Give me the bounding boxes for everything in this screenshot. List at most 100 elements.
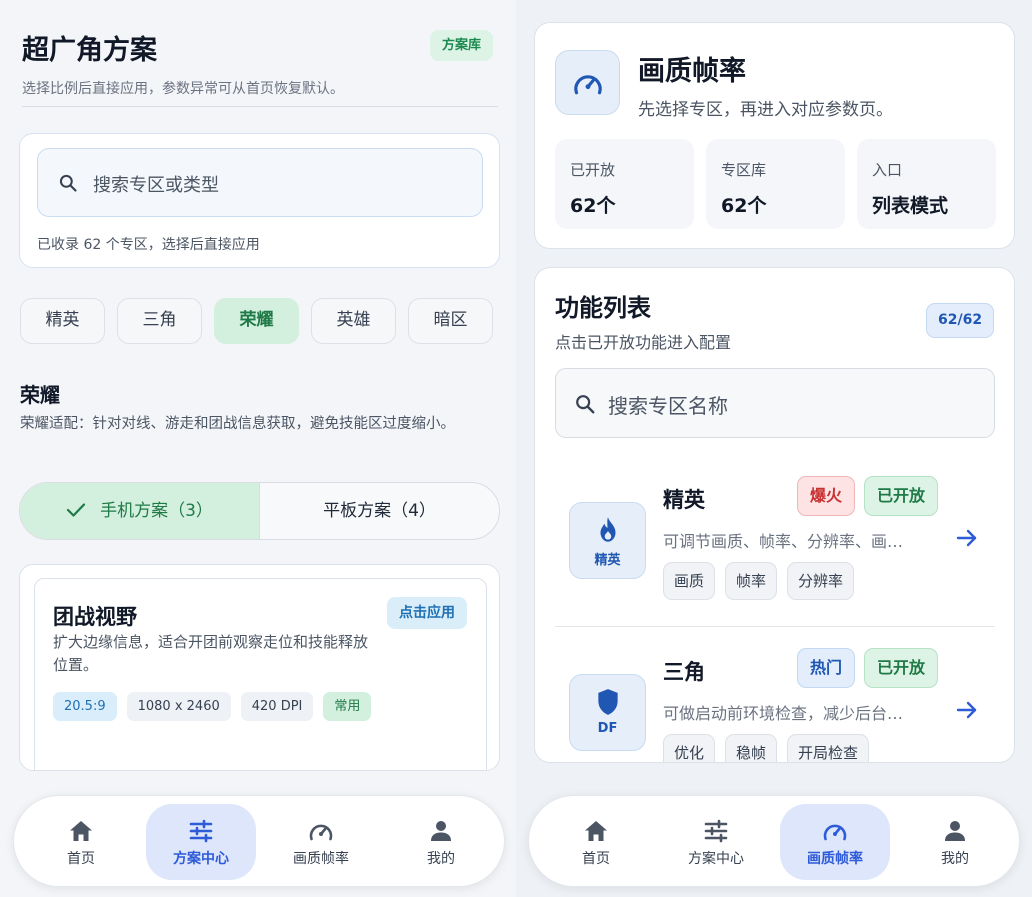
phone-plan-label: 手机方案（3） — [100, 501, 213, 521]
speedometer-icon — [574, 75, 602, 95]
home-icon — [585, 821, 607, 841]
search-placeholder: 搜索专区名称 — [608, 394, 728, 418]
category-chips: 精英 三角 荣耀 英雄 暗区 — [20, 298, 493, 344]
dpi-tag: 420 DPI — [240, 692, 314, 721]
category-chip-selected[interactable]: 荣耀 — [214, 298, 299, 344]
collection-note: 已收录 62 个专区，选择后直接应用 — [37, 237, 260, 253]
device-segmented-control: 手机方案（3） 平板方案（4） — [19, 482, 500, 540]
speedometer-icon — [823, 824, 847, 841]
plan-card[interactable]: 团战视野 点击应用 扩大边缘信息，适合开团前观察走位和技能释放位置。 20.5:… — [34, 578, 487, 770]
stat-label: 专区库 — [721, 161, 767, 179]
page-title: 超广角方案 — [22, 35, 157, 66]
scheme-center-screen: 超广角方案 方案库 选择比例后直接应用，参数异常可从首页恢复默认。 搜索专区或类… — [0, 0, 516, 897]
nav-profile-label: 我的 — [427, 851, 455, 867]
category-chip[interactable]: 精英 — [20, 298, 105, 344]
sliders-icon — [704, 819, 728, 843]
tablet-plan-tab[interactable]: 平板方案（4） — [260, 483, 499, 539]
nav-scheme-center-label: 方案中心 — [173, 851, 229, 867]
nav-profile-label: 我的 — [941, 851, 969, 867]
list-subtitle: 点击已开放功能进入配置 — [555, 333, 732, 352]
zone-name-search-input[interactable]: 搜索专区名称 — [555, 368, 995, 438]
count-badge: 62/62 — [926, 303, 995, 338]
tablet-plan-label: 平板方案（4） — [323, 501, 436, 521]
category-chip[interactable]: 英雄 — [311, 298, 396, 344]
page-subtitle: 选择比例后直接应用，参数异常可从首页恢复默认。 — [22, 81, 344, 97]
feature-tag: 分辨率 — [787, 562, 855, 600]
zone-tags: 画质 帧率 分辨率 — [663, 562, 855, 600]
zone-name: 三角 — [663, 660, 705, 684]
stat-label: 入口 — [872, 161, 903, 179]
zone-abbr: DF — [597, 721, 618, 736]
common-tag: 常用 — [323, 692, 372, 721]
nav-home[interactable]: 首页 — [26, 804, 136, 880]
aspect-ratio-tag: 20.5:9 — [53, 692, 117, 721]
nav-home[interactable]: 首页 — [541, 804, 651, 880]
category-chip[interactable]: 暗区 — [408, 298, 493, 344]
header-card: 画质帧率 先选择专区，再进入对应参数页。 已开放 62个 专区库 62个 入口 … — [534, 22, 1015, 249]
category-chip[interactable]: 三角 — [117, 298, 202, 344]
plan-title: 团战视野 — [53, 605, 137, 629]
zone-search-input[interactable]: 搜索专区或类型 — [37, 148, 483, 217]
flame-icon — [600, 517, 615, 542]
nav-scheme-center[interactable]: 方案中心 — [146, 804, 256, 880]
zone-icon-tile: 精英 — [569, 502, 646, 579]
section-description: 荣耀适配：针对对线、游走和团战信息获取，避免技能区过度缩小。 — [20, 416, 455, 432]
section-title: 荣耀 — [20, 383, 60, 407]
plan-specs: 20.5:9 1080 x 2460 420 DPI 常用 — [53, 692, 372, 721]
feature-tag: 稳帧 — [725, 734, 778, 762]
feature-tag: 优化 — [663, 734, 716, 762]
nav-quality-fps[interactable]: 画质帧率 — [780, 804, 890, 880]
feature-tag: 开局检查 — [787, 734, 870, 762]
home-icon — [70, 821, 92, 841]
page-subtitle: 先选择专区，再进入对应参数页。 — [638, 100, 893, 120]
arrow-right-icon[interactable] — [956, 528, 978, 548]
stat-value: 62个 — [721, 195, 767, 217]
nav-quality-fps[interactable]: 画质帧率 — [266, 804, 376, 880]
stat-value: 62个 — [570, 195, 616, 217]
zone-tags: 优化 稳帧 开局检查 — [663, 734, 870, 762]
plan-description: 扩大边缘信息，适合开团前观察走位和技能释放位置。 — [53, 633, 369, 674]
bottom-nav: 首页 方案中心 画质帧率 我的 — [528, 795, 1020, 887]
list-title: 功能列表 — [555, 294, 651, 322]
search-icon — [576, 395, 595, 414]
scheme-library-badge[interactable]: 方案库 — [430, 30, 494, 61]
nav-profile[interactable]: 我的 — [386, 804, 496, 880]
apply-button[interactable]: 点击应用 — [387, 597, 467, 629]
search-placeholder: 搜索专区或类型 — [93, 175, 219, 196]
arrow-right-icon[interactable] — [956, 700, 978, 720]
stat-value: 列表模式 — [872, 195, 949, 217]
status-badge: 已开放 — [864, 648, 939, 688]
zone-description: 可做启动前环境检查，减少后台… — [663, 704, 904, 723]
feature-row[interactable]: 精英 精英 爆火 已开放 可调节画质、帧率、分辨率、画… 画质 帧率 分辨率 — [555, 466, 995, 626]
nav-scheme-center[interactable]: 方案中心 — [661, 804, 771, 880]
status-badge: 已开放 — [864, 476, 939, 516]
nav-quality-fps-label: 画质帧率 — [293, 851, 349, 867]
phone-plan-tab[interactable]: 手机方案（3） — [20, 483, 260, 539]
feature-row[interactable]: DF 三角 热门 已开放 可做启动前环境检查，减少后台… 优化 稳帧 开局检查 — [555, 638, 995, 762]
stat-label: 已开放 — [570, 161, 616, 179]
shield-icon — [597, 689, 618, 715]
hot-badge: 爆火 — [797, 476, 856, 516]
plan-list: 团战视野 点击应用 扩大边缘信息，适合开团前观察走位和技能释放位置。 20.5:… — [19, 564, 500, 771]
header-icon-tile — [555, 50, 620, 115]
person-icon — [945, 821, 965, 841]
nav-home-label: 首页 — [582, 851, 610, 867]
nav-profile[interactable]: 我的 — [900, 804, 1010, 880]
resolution-tag: 1080 x 2460 — [126, 692, 231, 721]
feature-tag: 帧率 — [725, 562, 778, 600]
person-icon — [431, 821, 451, 841]
page-title: 画质帧率 — [638, 56, 746, 87]
stat-open: 已开放 62个 — [555, 139, 694, 229]
stat-entry: 入口 列表模式 — [857, 139, 996, 229]
zone-abbr: 精英 — [594, 553, 621, 568]
feature-list-card: 功能列表 点击已开放功能进入配置 62/62 搜索专区名称 精英 精英 爆火 已… — [534, 267, 1015, 763]
row-divider — [555, 626, 995, 627]
search-card: 搜索专区或类型 已收录 62 个专区，选择后直接应用 — [19, 133, 500, 268]
hot-badge: 热门 — [797, 648, 856, 688]
zone-description: 可调节画质、帧率、分辨率、画… — [663, 532, 904, 551]
nav-home-label: 首页 — [67, 851, 95, 867]
search-icon — [59, 174, 77, 192]
bottom-nav: 首页 方案中心 画质帧率 我的 — [13, 795, 505, 887]
stat-library: 专区库 62个 — [706, 139, 845, 229]
zone-name: 精英 — [663, 488, 705, 512]
